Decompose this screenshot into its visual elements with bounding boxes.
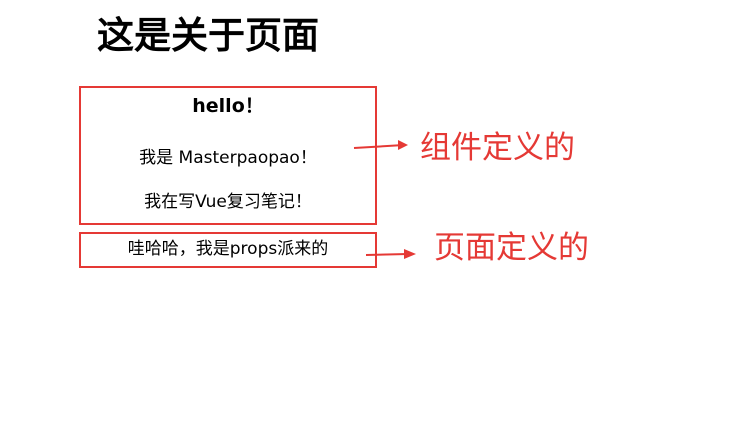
annotation-page-label: 页面定义的 bbox=[434, 230, 589, 266]
arrow-right-icon bbox=[353, 140, 408, 150]
component-heading: hello！ bbox=[192, 95, 264, 117]
component-box: hello！ 我是 Masterpaopao！ 我在写Vue复习笔记！ bbox=[79, 86, 377, 225]
page-title: 这是关于页面 bbox=[97, 14, 319, 57]
arrow-right-icon bbox=[365, 249, 416, 259]
page-content-text: 哇哈哈，我是props派来的 bbox=[127, 239, 329, 259]
component-line-1: 我是 Masterpaopao！ bbox=[139, 148, 317, 168]
component-line-2: 我在写Vue复习笔记！ bbox=[144, 192, 312, 212]
page-content-box: 哇哈哈，我是props派来的 bbox=[79, 232, 377, 268]
annotation-component-label: 组件定义的 bbox=[420, 130, 575, 166]
